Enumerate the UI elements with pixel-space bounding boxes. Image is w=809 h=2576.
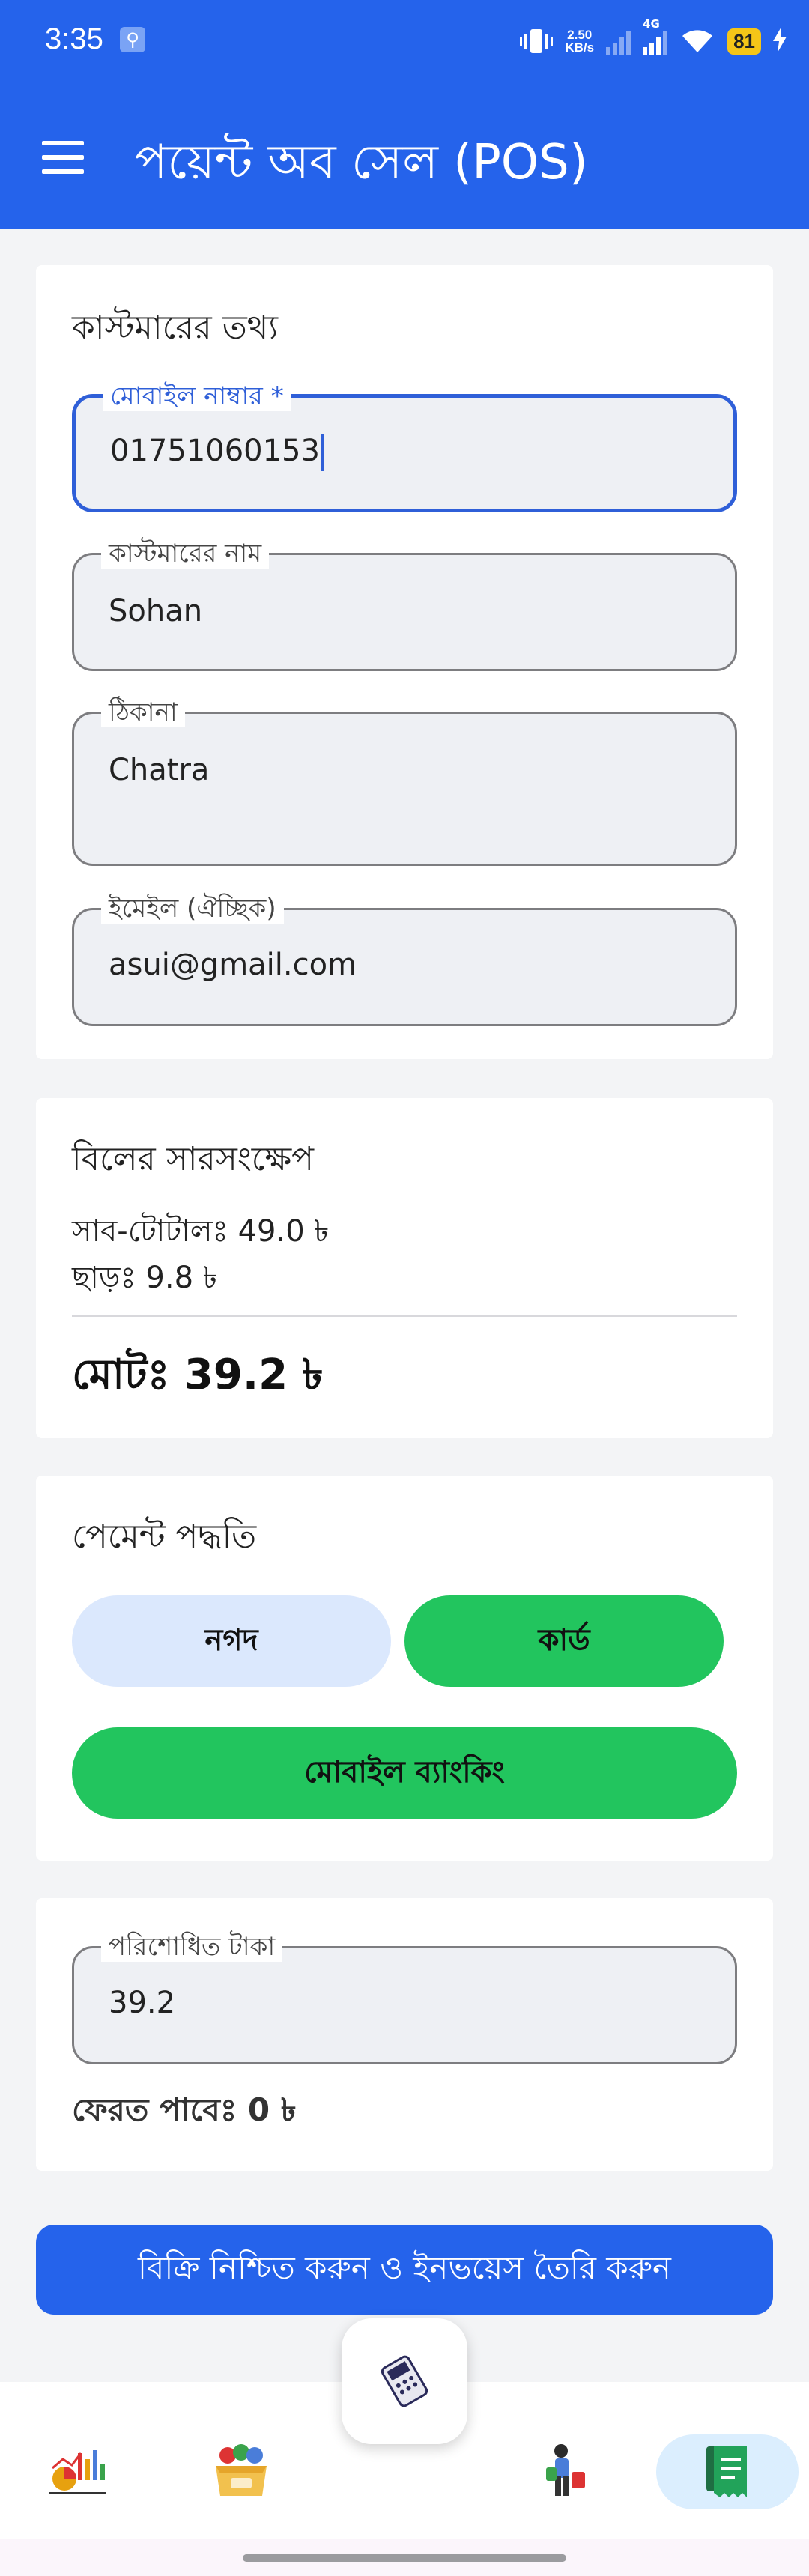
receipt-icon	[706, 2446, 747, 2497]
charging-icon	[773, 27, 787, 55]
nav-reports[interactable]	[33, 2434, 123, 2509]
paid-amount-card: পরিশোধিত টাকা 39.2 ফেরত পাবেঃ 0 ৳	[36, 1898, 773, 2171]
paid-amount-value: 39.2	[109, 1986, 176, 2020]
mobile-banking-button[interactable]: মোবাইল ব্যাংকিং	[72, 1727, 737, 1819]
usb-icon: ⚲	[120, 27, 145, 52]
payment-method-title: পেমেন্ট পদ্ধতি	[72, 1518, 257, 1556]
customer-name-label: কাস্টমারের নাম	[101, 539, 270, 569]
customer-info-card: কাস্টমারের তথ্য মোবাইল নাম্বার * 0175106…	[36, 265, 773, 1059]
vibrate-icon	[520, 26, 554, 56]
discount-text: ছাড়ঃ 9.8 ৳	[72, 1261, 218, 1295]
address-value: Chatra	[109, 753, 210, 787]
total-text: মোটঃ 39.2 ৳	[72, 1351, 324, 1399]
pos-terminal-button[interactable]	[342, 2318, 467, 2444]
payment-method-card: পেমেন্ট পদ্ধতি নগদ কার্ড মোবাইল ব্যাংকিং	[36, 1476, 773, 1861]
bill-summary-card: বিলের সারসংক্ষেপ সাব-টোটালঃ 49.0 ৳ ছাড়ঃ…	[36, 1098, 773, 1438]
status-icons: 2.50 KB/s 4G 81	[520, 17, 787, 60]
network-type: 4G	[643, 17, 660, 31]
address-label: ঠিকানা	[101, 697, 185, 727]
nav-products[interactable]	[196, 2434, 286, 2509]
address-field[interactable]: ঠিকানা Chatra	[72, 697, 737, 866]
reports-chart-icon	[49, 2450, 106, 2494]
paid-amount-field[interactable]: পরিশোধিত টাকা 39.2	[72, 1932, 737, 2064]
signal-icon-sim2: 4G	[643, 17, 668, 55]
net-speed-unit: KB/s	[565, 40, 595, 55]
net-speed-value: 2.50	[567, 28, 593, 42]
customer-name-field[interactable]: কাস্টমারের নাম Sohan	[72, 539, 737, 671]
status-time: 3:35	[45, 22, 103, 55]
nav-customers[interactable]	[520, 2434, 610, 2509]
subtotal-text: সাব-টোটালঃ 49.0 ৳	[72, 1214, 330, 1249]
bill-summary-title: বিলের সারসংক্ষেপ	[72, 1140, 314, 1178]
customer-info-title: কাস্টমারের তথ্য	[72, 309, 279, 347]
paid-amount-label: পরিশোধিত টাকা	[101, 1932, 283, 1962]
mobile-number-input[interactable]: 01751060153	[110, 434, 324, 471]
email-field[interactable]: ইমেইল (ঐচ্ছিক) asui@gmail.com	[72, 894, 737, 1026]
text-cursor	[321, 434, 324, 471]
page-title: পয়েন্ট অব সেল (POS)	[135, 135, 588, 190]
mobile-number-field[interactable]: মোবাইল নাম্বার * 01751060153	[72, 381, 737, 512]
net-speed: 2.50 KB/s	[565, 28, 594, 54]
cash-button[interactable]: নগদ	[72, 1595, 391, 1687]
mobile-number-label: মোবাইল নাম্বার *	[103, 381, 291, 411]
customer-name-value: Sohan	[109, 594, 203, 628]
card-button[interactable]: কার্ড	[404, 1595, 724, 1687]
summary-divider	[72, 1315, 737, 1317]
change-text: ফেরত পাবেঃ 0 ৳	[72, 2091, 297, 2128]
app-bar: পয়েন্ট অব সেল (POS)	[0, 84, 809, 229]
email-label: ইমেইল (ঐচ্ছিক)	[101, 894, 284, 924]
wifi-icon	[679, 25, 715, 57]
home-indicator[interactable]	[243, 2554, 566, 2562]
signal-icon-sim1	[606, 28, 631, 55]
mobile-number-value: 01751060153	[110, 434, 320, 468]
battery-indicator: 81	[727, 28, 761, 55]
status-bar: 3:35 ⚲ 2.50 KB/s 4G 81	[0, 0, 809, 84]
products-box-icon	[216, 2444, 267, 2496]
customer-shopping-icon	[546, 2444, 585, 2496]
card-terminal-icon	[381, 2355, 428, 2407]
email-value: asui@gmail.com	[109, 948, 357, 982]
nav-pos[interactable]	[656, 2434, 799, 2509]
menu-icon[interactable]	[42, 141, 84, 174]
confirm-sale-button[interactable]: বিক্রি নিশ্চিত করুন ও ইনভয়েস তৈরি করুন	[36, 2225, 773, 2315]
